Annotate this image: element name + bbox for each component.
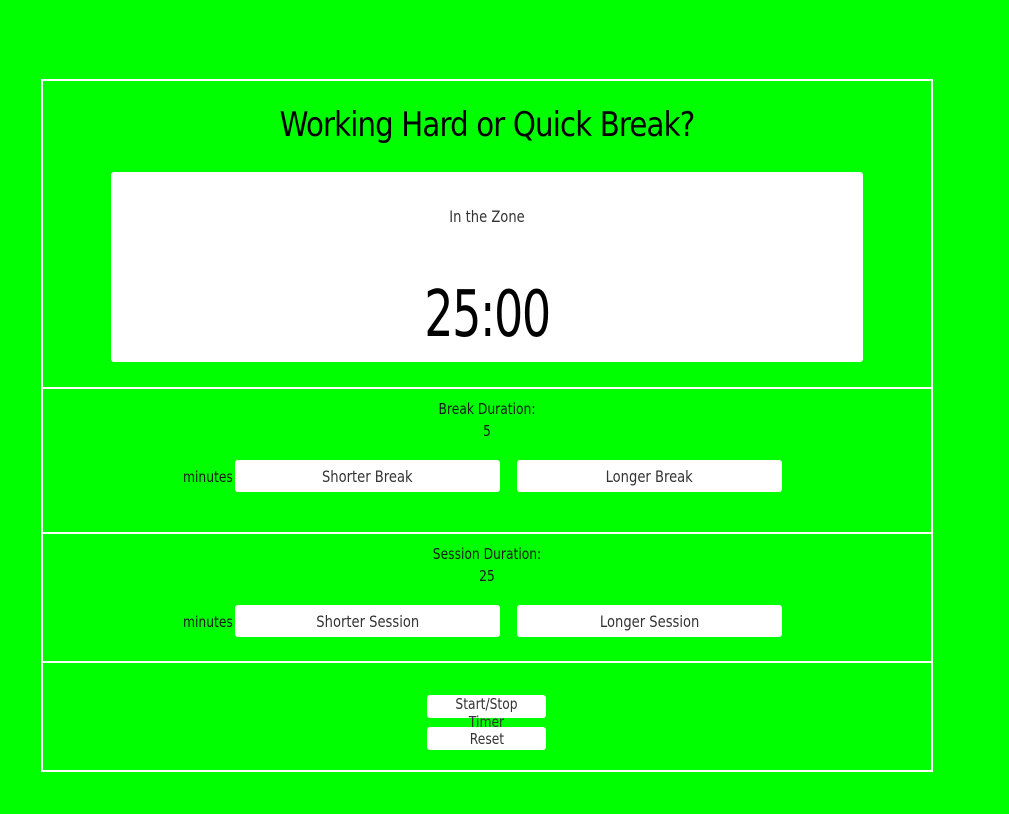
break-duration-label: Break Duration: — [438, 400, 536, 418]
longer-break-button[interactable]: Longer Break — [517, 460, 782, 492]
shorter-session-label: Shorter Session — [316, 611, 419, 631]
app-page: { "title": "Working Hard or Quick Break?… — [0, 0, 1009, 814]
start-stop-button[interactable]: Start/Stop Timer — [427, 695, 546, 731]
shorter-break-button[interactable]: Shorter Break — [235, 460, 500, 492]
shorter-break-label: Shorter Break — [322, 466, 413, 486]
reset-label: Reset — [469, 729, 504, 748]
reset-button[interactable]: Reset — [427, 727, 546, 750]
timer-section: Working Hard or Quick Break? In the Zone… — [43, 81, 931, 389]
session-minutes-unit: minutes — [183, 613, 233, 631]
session-section: Session Duration: 25 minutes Shorter Ses… — [43, 534, 931, 663]
start-stop-label: Start/Stop Timer — [455, 695, 518, 731]
timer-countdown: 25:00 — [424, 278, 551, 352]
break-duration-value: 5 — [483, 422, 491, 440]
break-section: Break Duration: 5 minutes Shorter Break … — [43, 389, 931, 534]
longer-session-label: Longer Session — [599, 611, 700, 631]
break-minutes-unit: minutes — [183, 468, 233, 486]
page-title: Working Hard or Quick Break? — [279, 105, 696, 145]
longer-break-label: Longer Break — [605, 466, 694, 486]
session-duration-label: Session Duration: — [432, 545, 542, 563]
shorter-session-button[interactable]: Shorter Session — [235, 605, 500, 637]
timer-display: In the Zone 25:00 — [111, 172, 863, 362]
app-container: Working Hard or Quick Break? In the Zone… — [41, 79, 933, 772]
timer-status-label: In the Zone — [449, 207, 525, 226]
controls-section: Start/Stop Timer Reset — [43, 663, 931, 770]
longer-session-button[interactable]: Longer Session — [517, 605, 782, 637]
session-duration-value: 25 — [479, 567, 495, 585]
